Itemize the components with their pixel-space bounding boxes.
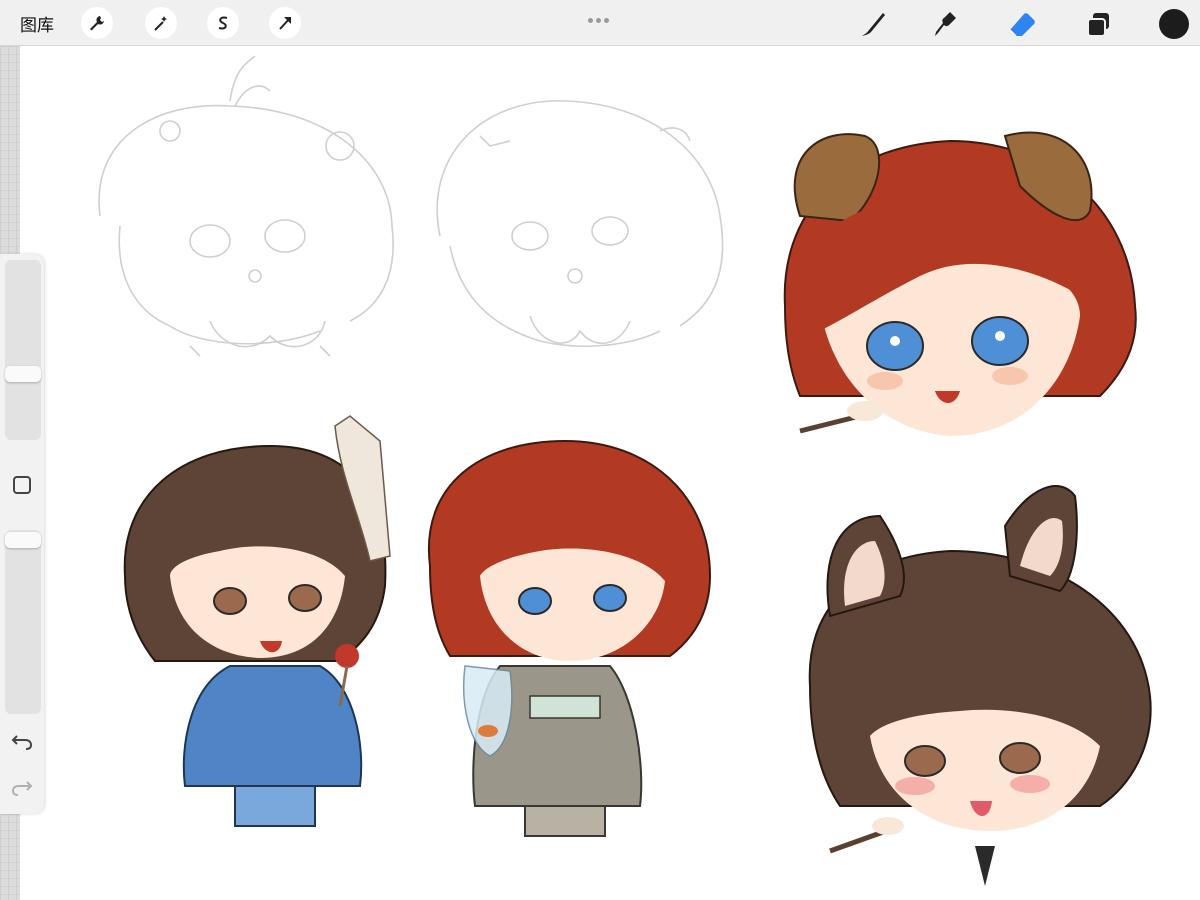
layers-icon[interactable] xyxy=(1082,8,1114,40)
wrench-icon[interactable] xyxy=(81,7,113,39)
chibi-sketch-middle xyxy=(436,100,724,347)
brush-size-slider-knob[interactable] xyxy=(5,366,41,382)
chibi-sketch-left xyxy=(98,55,394,357)
left-sidebar xyxy=(0,254,44,814)
square-icon[interactable] xyxy=(13,476,31,494)
smudge-icon[interactable] xyxy=(929,8,961,40)
drawing-canvas[interactable] xyxy=(20,46,1200,900)
opacity-slider[interactable] xyxy=(5,530,41,714)
brown-hair-blue-kimono-chibi xyxy=(123,415,391,827)
brush-size-slider[interactable] xyxy=(5,260,41,440)
red-hair-dog-ears-head xyxy=(783,131,1137,436)
arrow-cursor-icon[interactable] xyxy=(269,7,301,39)
drag-handle-icon[interactable] xyxy=(588,8,614,23)
opacity-slider-knob[interactable] xyxy=(5,532,41,548)
top-toolbar: 图库 xyxy=(0,0,1200,46)
red-hair-grey-kimono-chibi xyxy=(427,439,712,837)
selection-s-icon[interactable] xyxy=(207,7,239,39)
brown-hair-cat-ears-head xyxy=(808,485,1152,886)
undo-icon[interactable] xyxy=(9,730,35,752)
brush-icon[interactable] xyxy=(857,8,889,40)
magic-wand-icon[interactable] xyxy=(145,7,177,39)
redo-icon[interactable] xyxy=(9,776,35,798)
color-swatch-icon[interactable] xyxy=(1159,9,1189,39)
gallery-button[interactable]: 图库 xyxy=(20,11,54,36)
eraser-icon[interactable] xyxy=(1006,8,1038,40)
